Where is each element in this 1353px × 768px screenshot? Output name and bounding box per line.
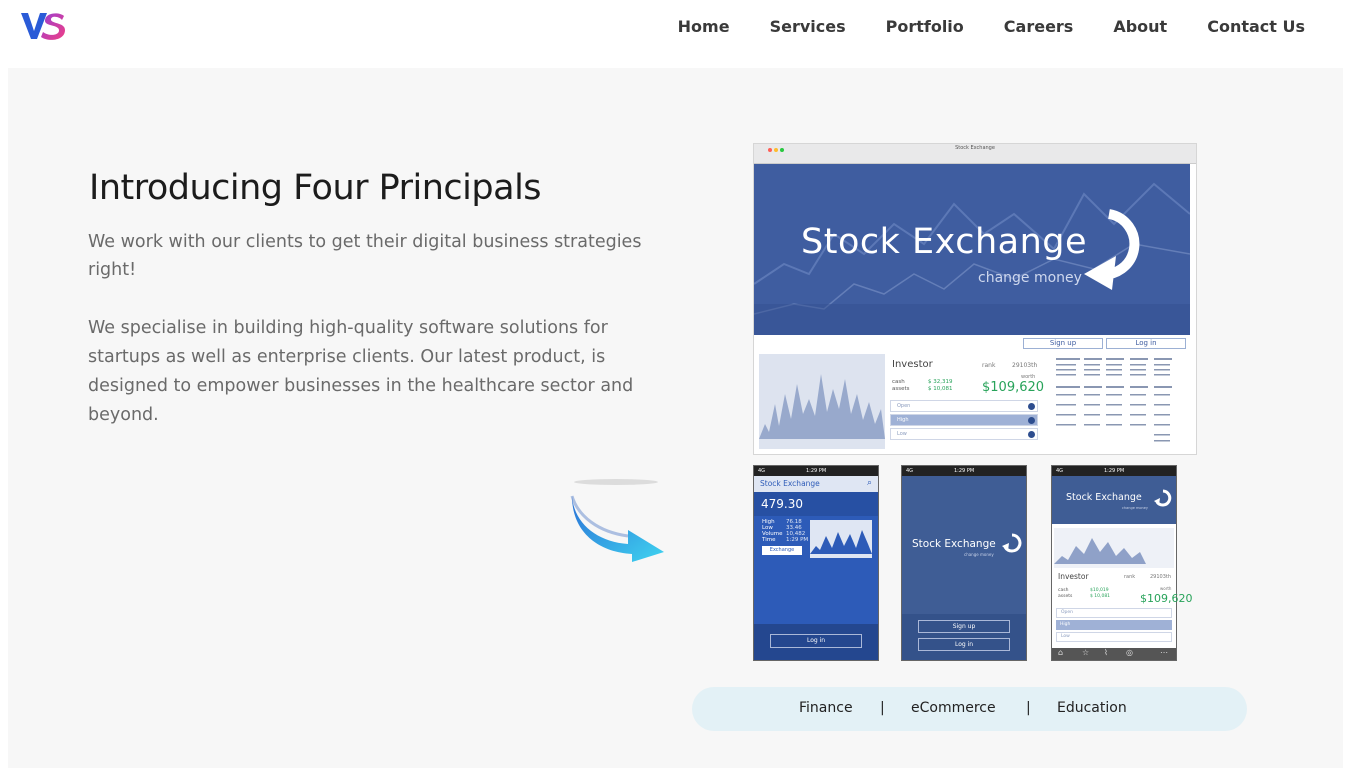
- arrow-circle-icon: [1028, 417, 1035, 424]
- phone3-rank-value: 29103th: [1150, 574, 1172, 580]
- more-icon: ⋯: [1160, 648, 1168, 657]
- nav-careers[interactable]: Careers: [1004, 17, 1074, 37]
- row-open: Open: [890, 400, 1038, 412]
- mock-signup-button: Sign up: [1023, 338, 1103, 349]
- arrow-circle-icon: [1028, 431, 1035, 438]
- nav-contact[interactable]: Contact Us: [1207, 17, 1305, 37]
- phone-status-bar: 4G 1:29 PM: [902, 466, 1026, 476]
- phone3-banner: Stock Exchange change money: [1052, 476, 1176, 524]
- category-ecommerce[interactable]: eCommerce: [911, 700, 996, 716]
- cash-values: $ 32,319 $ 10,081: [928, 379, 953, 392]
- phone-mockup-2: 4G 1:29 PM Stock Exchange change money S…: [901, 465, 1027, 661]
- chart-icon: ⌇: [1104, 648, 1108, 657]
- phone3-title: Stock Exchange: [1066, 492, 1142, 503]
- rank-label: rank: [982, 362, 996, 369]
- phone-stats-labels: High Low Volume Time: [762, 519, 783, 543]
- phone-status-bar: 4G 1:29 PM: [754, 466, 878, 476]
- banner-subtitle: change money: [978, 270, 1082, 286]
- phone2-footer: Sign up Log in: [902, 614, 1026, 660]
- mock-area-chart: [759, 354, 885, 449]
- phone3-worth-value: $109,620: [1140, 592, 1193, 605]
- hero-intro-text: We work with our clients to get their di…: [88, 232, 642, 280]
- phone3-tab-bar: ⌂ ☆ ⌇ ◎ ⋯: [1052, 648, 1176, 660]
- worth-value: $109,620: [982, 380, 1045, 395]
- row-high: High: [890, 414, 1038, 426]
- phone3-cash-labels: cash assets: [1058, 588, 1073, 599]
- phone-status-bar: 4G 1:29 PM: [1052, 466, 1176, 476]
- nav-about[interactable]: About: [1113, 17, 1167, 37]
- browser-title: Stock Exchange: [955, 145, 995, 151]
- network-label: 4G: [906, 468, 914, 474]
- hero-title: Introducing Four Principals: [89, 168, 542, 208]
- investor-label: Investor: [892, 359, 933, 370]
- mock-data-table: [1054, 354, 1194, 449]
- stock-banner: Stock Exchange change money: [754, 164, 1190, 335]
- refresh-arrow-icon: [1002, 533, 1022, 553]
- network-label: 4G: [1056, 468, 1064, 474]
- brand-logo-icon[interactable]: [20, 10, 68, 42]
- arrow-circle-icon: [1028, 403, 1035, 410]
- phone-login-button: Log in: [770, 634, 862, 648]
- site-header: Home Services Portfolio Careers About Co…: [0, 0, 1353, 68]
- price-bar: 479.30: [754, 492, 878, 516]
- time-label: 1:29 PM: [954, 468, 975, 474]
- phone3-subtitle: change money: [1122, 506, 1148, 510]
- curved-arrow-icon: [570, 479, 664, 562]
- phone-mockup-1: 4G 1:29 PM Stock Exchange ⌕ 479.30 High L…: [753, 465, 879, 661]
- phone3-rank-label: rank: [1124, 574, 1136, 580]
- phone3-worth-label: worth: [1160, 586, 1172, 591]
- category-education[interactable]: Education: [1057, 700, 1127, 716]
- search-icon: ⌕: [866, 478, 872, 488]
- rank-value: 29103th: [1012, 362, 1038, 369]
- star-icon: ☆: [1082, 648, 1090, 657]
- phone3-row-open: Open: [1056, 608, 1172, 618]
- phone3-row-high: High: [1056, 620, 1172, 630]
- refresh-arrow-icon: [1154, 489, 1172, 507]
- nav-home[interactable]: Home: [678, 17, 730, 37]
- network-label: 4G: [758, 468, 766, 474]
- phone-area-chart: [810, 520, 872, 558]
- phone3-investor-label: Investor: [1058, 572, 1089, 581]
- hero-description-text: We specialise in building high-quality s…: [88, 318, 634, 425]
- product-mockup: Stock Exchange Stock Exchange change mon…: [753, 143, 1197, 663]
- category-separator: |: [1026, 700, 1031, 716]
- category-separator: |: [880, 700, 885, 716]
- nav-services[interactable]: Services: [770, 17, 846, 37]
- nav-portfolio[interactable]: Portfolio: [886, 17, 964, 37]
- time-label: 1:29 PM: [806, 468, 827, 474]
- phone3-row-low: Low: [1056, 632, 1172, 642]
- phone2-title: Stock Exchange: [912, 538, 996, 550]
- phone-footer: Log in: [754, 624, 878, 660]
- phone-app-bar: Stock Exchange ⌕: [754, 476, 878, 492]
- phone2-login-button: Log in: [918, 638, 1010, 651]
- mock-login-button: Log in: [1106, 338, 1186, 349]
- banner-title: Stock Exchange: [801, 222, 1088, 262]
- browser-toolbar: Stock Exchange: [754, 144, 1196, 164]
- phone-app-title: Stock Exchange: [760, 479, 820, 488]
- time-label: 1:29 PM: [1104, 468, 1125, 474]
- mock-investor-panel: Investor rank 29103th worth $109,620 cas…: [890, 354, 1045, 449]
- cash-labels: cash assets: [892, 379, 910, 392]
- phone3-area-chart: [1054, 528, 1174, 568]
- phone-stats-values: 76.18 33.46 10,482 1:29 PM: [786, 519, 809, 543]
- phone3-cash-values: $10,019 $ 10,081: [1090, 588, 1111, 599]
- browser-mockup: Stock Exchange Stock Exchange change mon…: [753, 143, 1197, 455]
- category-bar: Finance | eCommerce | Education: [692, 687, 1247, 731]
- phone-exchange-button: Exchange: [762, 546, 802, 555]
- phone-mockup-3: 4G 1:29 PM Stock Exchange change money I…: [1051, 465, 1193, 661]
- hero-section: Introducing Four Principals We work with…: [8, 68, 1343, 768]
- phone2-signup-button: Sign up: [918, 620, 1010, 633]
- row-low: Low: [890, 428, 1038, 440]
- phone2-subtitle: change money: [964, 552, 994, 557]
- globe-icon: ◎: [1126, 648, 1133, 657]
- price-value: 479.30: [761, 497, 803, 511]
- main-nav: Home Services Portfolio Careers About Co…: [638, 17, 1305, 37]
- category-finance[interactable]: Finance: [799, 700, 853, 716]
- home-icon: ⌂: [1058, 648, 1064, 657]
